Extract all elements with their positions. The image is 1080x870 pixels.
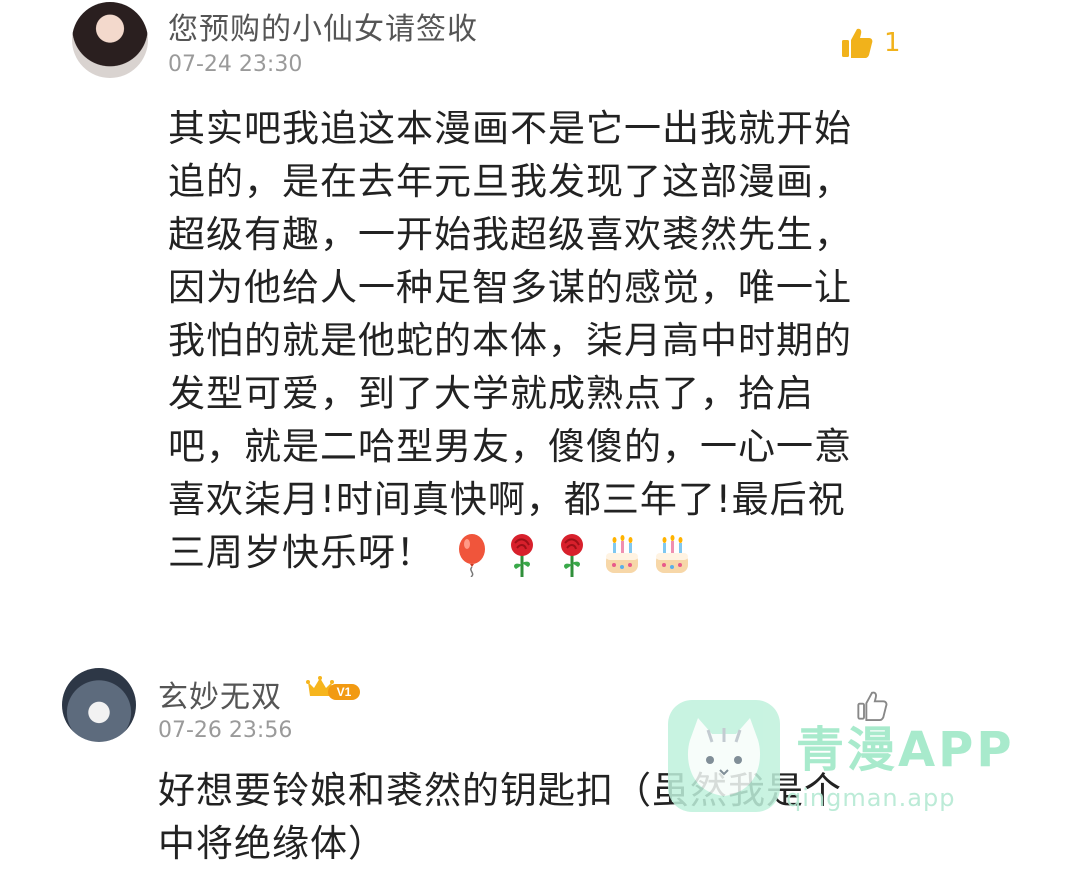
username[interactable]: 您预购的小仙女请签收 — [168, 4, 478, 48]
comment-text: 好想要铃娘和裘然的钥匙扣（虽然我是个 中将绝缘体） — [158, 764, 898, 870]
comment-item: 玄妙无双 V1 07-26 23:56 好想要铃娘和裘然的钥匙扣（虽然我是个 中… — [0, 660, 1080, 865]
comment-timestamp: 07-26 23:56 — [158, 718, 293, 743]
rose-emoji — [561, 533, 583, 577]
like-button[interactable] — [856, 690, 888, 722]
avatar[interactable] — [72, 2, 148, 78]
username[interactable]: 玄妙无双 — [158, 672, 282, 716]
comment-line: 因为他给人一种足智多谋的感觉，唯一让 — [168, 266, 852, 309]
avatar[interactable] — [62, 668, 136, 742]
cake-emoji — [606, 534, 638, 573]
comment-line: 我怕的就是他蛇的本体，柒月高中时期的 — [168, 319, 852, 362]
comment-line: 追的，是在去年元旦我发现了这部漫画， — [168, 160, 852, 203]
thumbs-up-icon — [842, 28, 873, 58]
comment-line: 发型可爱，到了大学就成熟点了，拾启 — [168, 372, 814, 415]
comment-text: 其实吧我追这本漫画不是它一出我就开始 追的，是在去年元旦我发现了这部漫画， 超级… — [168, 102, 908, 579]
comment-line-last: 三周岁快乐呀！ — [168, 526, 908, 579]
comment-line: 吧，就是二哈型男友，傻傻的，一心一意 — [168, 425, 852, 468]
comment-line: 超级有趣，一开始我超级喜欢裘然先生， — [168, 213, 852, 256]
thumbs-up-outline-icon — [857, 691, 888, 722]
rose-emoji — [511, 533, 533, 577]
vip-badge-icon: V1 — [306, 676, 360, 700]
like-count: 1 — [884, 28, 901, 58]
comment-line: 喜欢柒月!时间真快啊，都三年了!最后祝 — [168, 478, 846, 521]
comment-timestamp: 07-24 23:30 — [168, 52, 303, 77]
like-button[interactable]: 1 — [840, 26, 901, 60]
comment-line: 好想要铃娘和裘然的钥匙扣（虽然我是个 — [158, 769, 842, 812]
comment-line: 其实吧我追这本漫画不是它一出我就开始 — [168, 107, 852, 150]
balloon-emoji — [459, 533, 485, 577]
cake-emoji — [656, 534, 688, 573]
comment-item: 您预购的小仙女请签收 07-24 23:30 1 其实吧我追这本漫画不是它一出我… — [0, 0, 1080, 600]
emoji-row — [452, 533, 692, 577]
comment-line-text: 三周岁快乐呀！ — [168, 531, 434, 574]
vip-badge-label: V1 — [337, 685, 352, 699]
